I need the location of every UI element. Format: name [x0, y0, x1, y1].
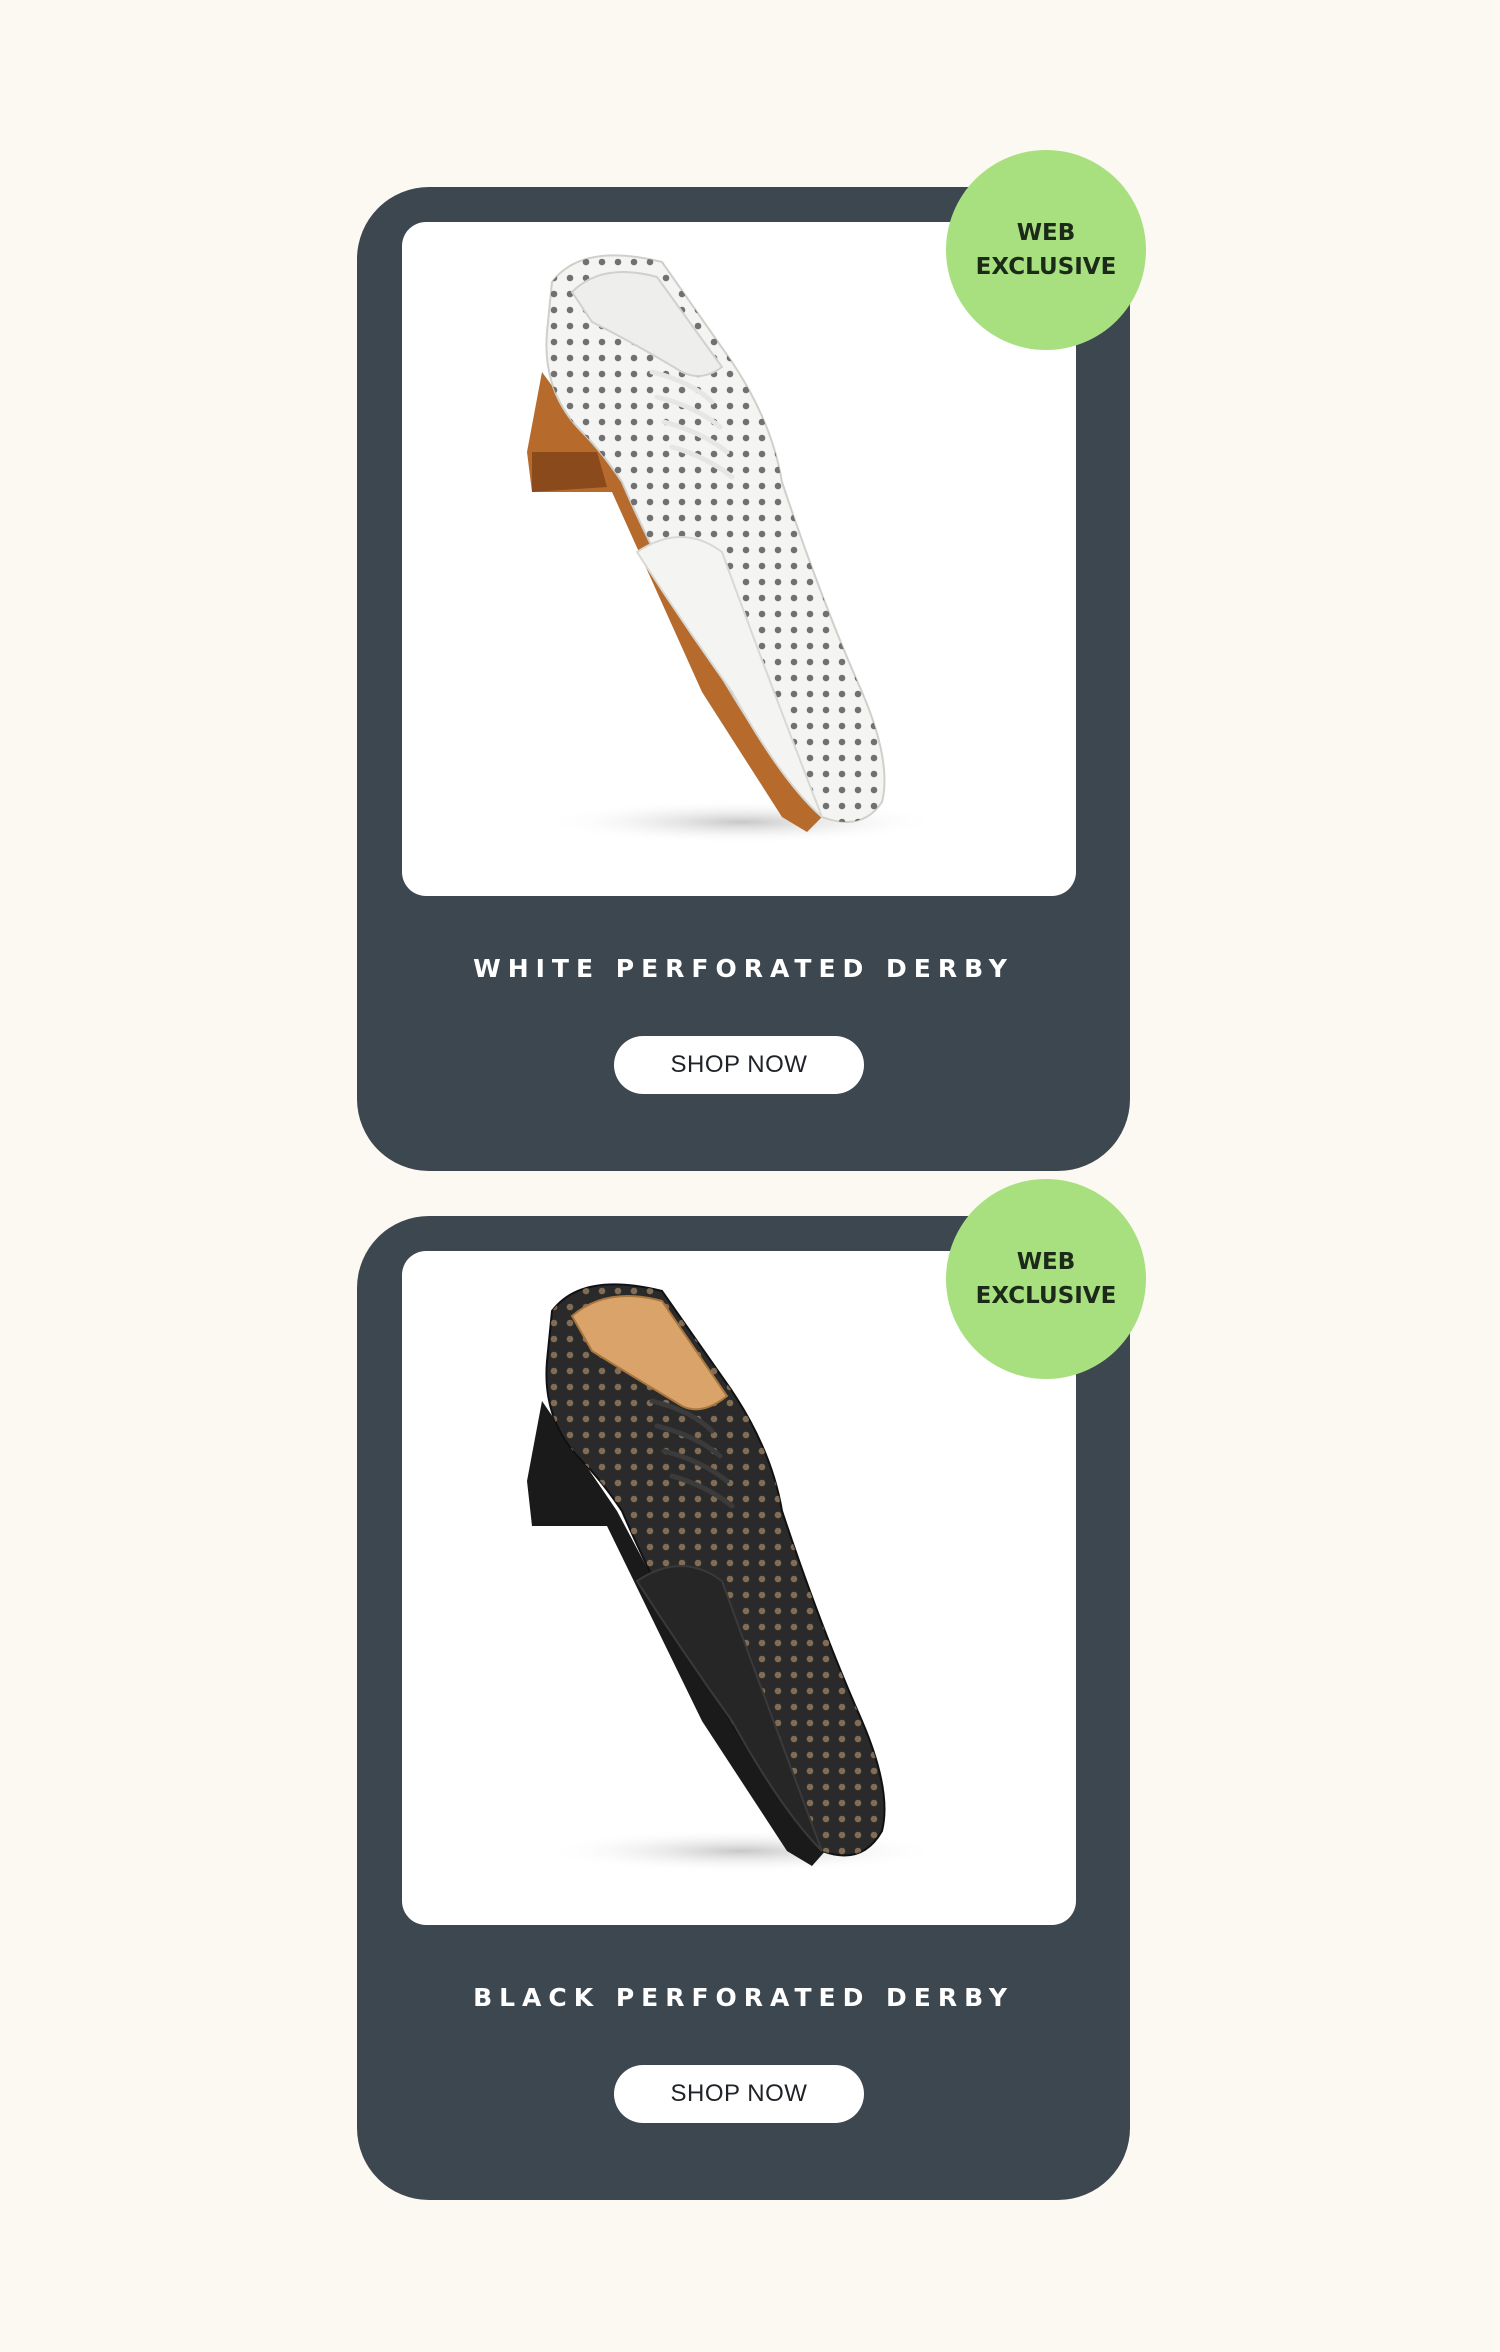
- shop-now-button[interactable]: SHOP NOW: [614, 1036, 864, 1094]
- badge-line-1: WEB: [1016, 1249, 1076, 1275]
- product-title: BLACK PERFORATED DERBY: [473, 1983, 1014, 2012]
- badge-line-2: EXCLUSIVE: [975, 1283, 1117, 1309]
- black-derby-shoe-image: [527, 1283, 942, 1873]
- product-title: WHITE PERFORATED DERBY: [473, 954, 1014, 983]
- web-exclusive-badge: WEB EXCLUSIVE: [946, 150, 1146, 350]
- white-derby-shoe-image: [527, 254, 942, 844]
- shop-now-button[interactable]: SHOP NOW: [614, 2065, 864, 2123]
- product-image-white-derby[interactable]: [402, 222, 1076, 896]
- product-image-black-derby[interactable]: [402, 1251, 1076, 1925]
- badge-line-1: WEB: [1016, 220, 1076, 246]
- badge-line-2: EXCLUSIVE: [975, 254, 1117, 280]
- web-exclusive-badge: WEB EXCLUSIVE: [946, 1179, 1146, 1379]
